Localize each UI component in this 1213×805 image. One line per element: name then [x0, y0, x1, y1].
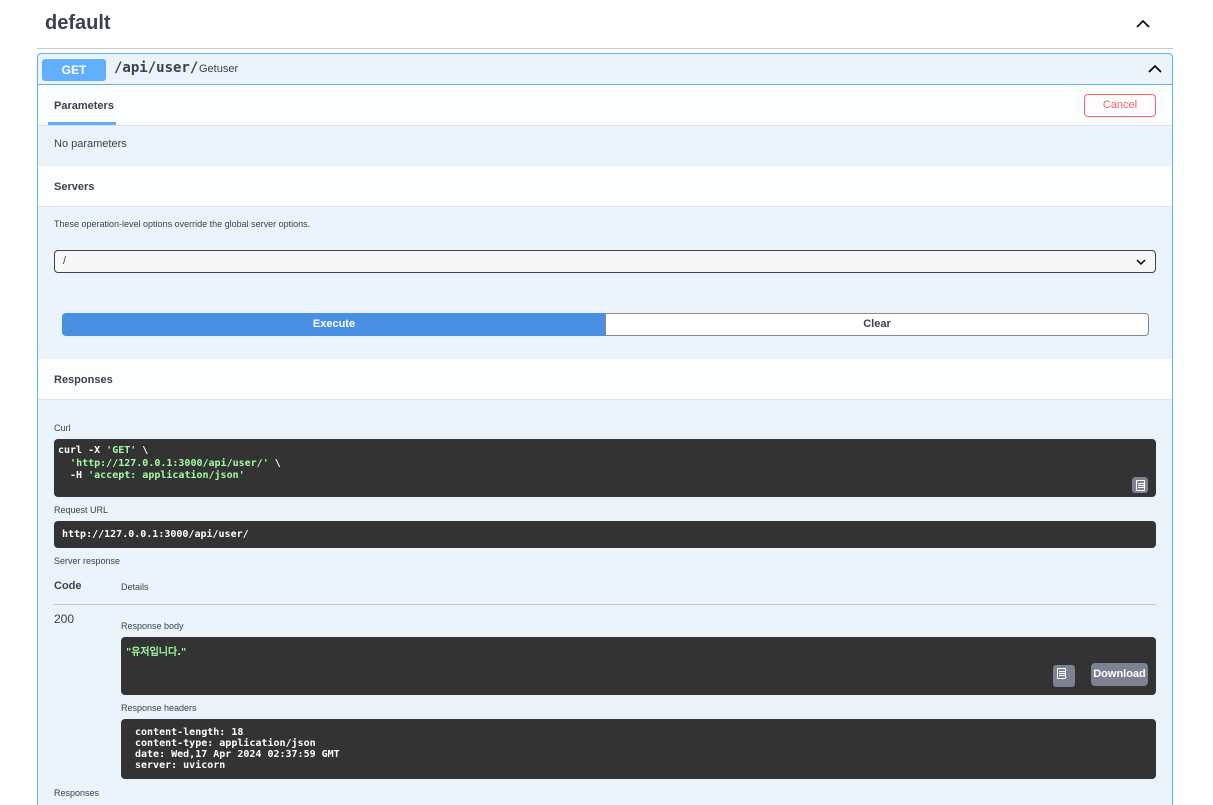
request-url-text: http://127.0.0.1:3000/api/user/ — [62, 529, 249, 540]
tab-parameters[interactable]: Parameters — [48, 85, 116, 125]
response-body-text: "유저입니다." — [126, 647, 187, 658]
server-select[interactable]: / — [54, 250, 1156, 273]
execute-button[interactable]: Execute — [62, 313, 606, 336]
responses-header: Responses — [38, 359, 1172, 400]
responses-title: Responses — [54, 374, 113, 386]
servers-header: Servers — [38, 166, 1172, 207]
table-divider — [54, 604, 1156, 605]
tab-parameters-label: Parameters — [54, 100, 114, 112]
copy-icon[interactable] — [1132, 477, 1148, 493]
operation-block: GET /api/user/ Getuser Parameters Cancel… — [37, 53, 1173, 805]
response-header-line: server: uvicorn — [135, 760, 226, 771]
response-code: 200 — [54, 612, 75, 626]
operation-summary-text: Getuser — [199, 63, 239, 75]
request-url-label: Request URL — [54, 505, 109, 515]
method-badge: GET — [42, 59, 106, 81]
responses-bottom-label: Responses — [54, 788, 100, 798]
copy-icon[interactable] — [1053, 665, 1075, 687]
no-parameters-text: No parameters — [54, 138, 127, 150]
response-body-block[interactable]: "유저입니다." Download — [121, 637, 1156, 695]
request-url-block[interactable]: http://127.0.0.1:3000/api/user/ — [54, 521, 1156, 548]
servers-description: These operation-level options override t… — [54, 219, 311, 229]
response-header-line: date: Wed,17 Apr 2024 02:37:59 GMT — [135, 749, 340, 760]
curl-line: -H 'accept: application/json' — [58, 470, 245, 481]
servers-title: Servers — [54, 181, 95, 193]
clear-button[interactable]: Clear — [605, 313, 1149, 336]
chevron-up-icon[interactable] — [1146, 60, 1164, 78]
cancel-button[interactable]: Cancel — [1084, 94, 1156, 117]
server-response-label: Server response — [54, 556, 121, 566]
execute-button-group: Execute Clear — [62, 313, 1149, 336]
curl-block[interactable]: curl -X 'GET' \ 'http://127.0.0.1:3000/a… — [54, 439, 1156, 497]
download-button[interactable]: Download — [1091, 663, 1148, 686]
tag-header[interactable]: default — [37, 0, 1173, 49]
response-headers-label: Response headers — [121, 703, 197, 713]
operation-path: /api/user/ — [114, 60, 199, 76]
response-body-label: Response body — [121, 621, 184, 631]
response-header-line: content-type: application/json — [135, 738, 316, 749]
operation-summary[interactable]: GET /api/user/ Getuser — [38, 54, 1172, 85]
server-select-value: / — [63, 255, 67, 267]
chevron-down-icon — [1136, 259, 1146, 266]
details-column-header: Details — [121, 582, 149, 592]
parameters-header: Parameters Cancel — [38, 85, 1172, 126]
response-header-line: content-length: 18 — [135, 727, 244, 738]
chevron-up-icon[interactable] — [1133, 14, 1153, 34]
code-column-header: Code — [54, 580, 82, 592]
curl-label: Curl — [54, 423, 71, 433]
tag-title: default — [45, 12, 111, 34]
curl-line: 'http://127.0.0.1:3000/api/user/' \ — [70, 458, 281, 469]
response-headers-block[interactable]: content-length: 18 content-type: applica… — [121, 719, 1156, 779]
curl-line: curl -X 'GET' \ — [58, 445, 149, 456]
